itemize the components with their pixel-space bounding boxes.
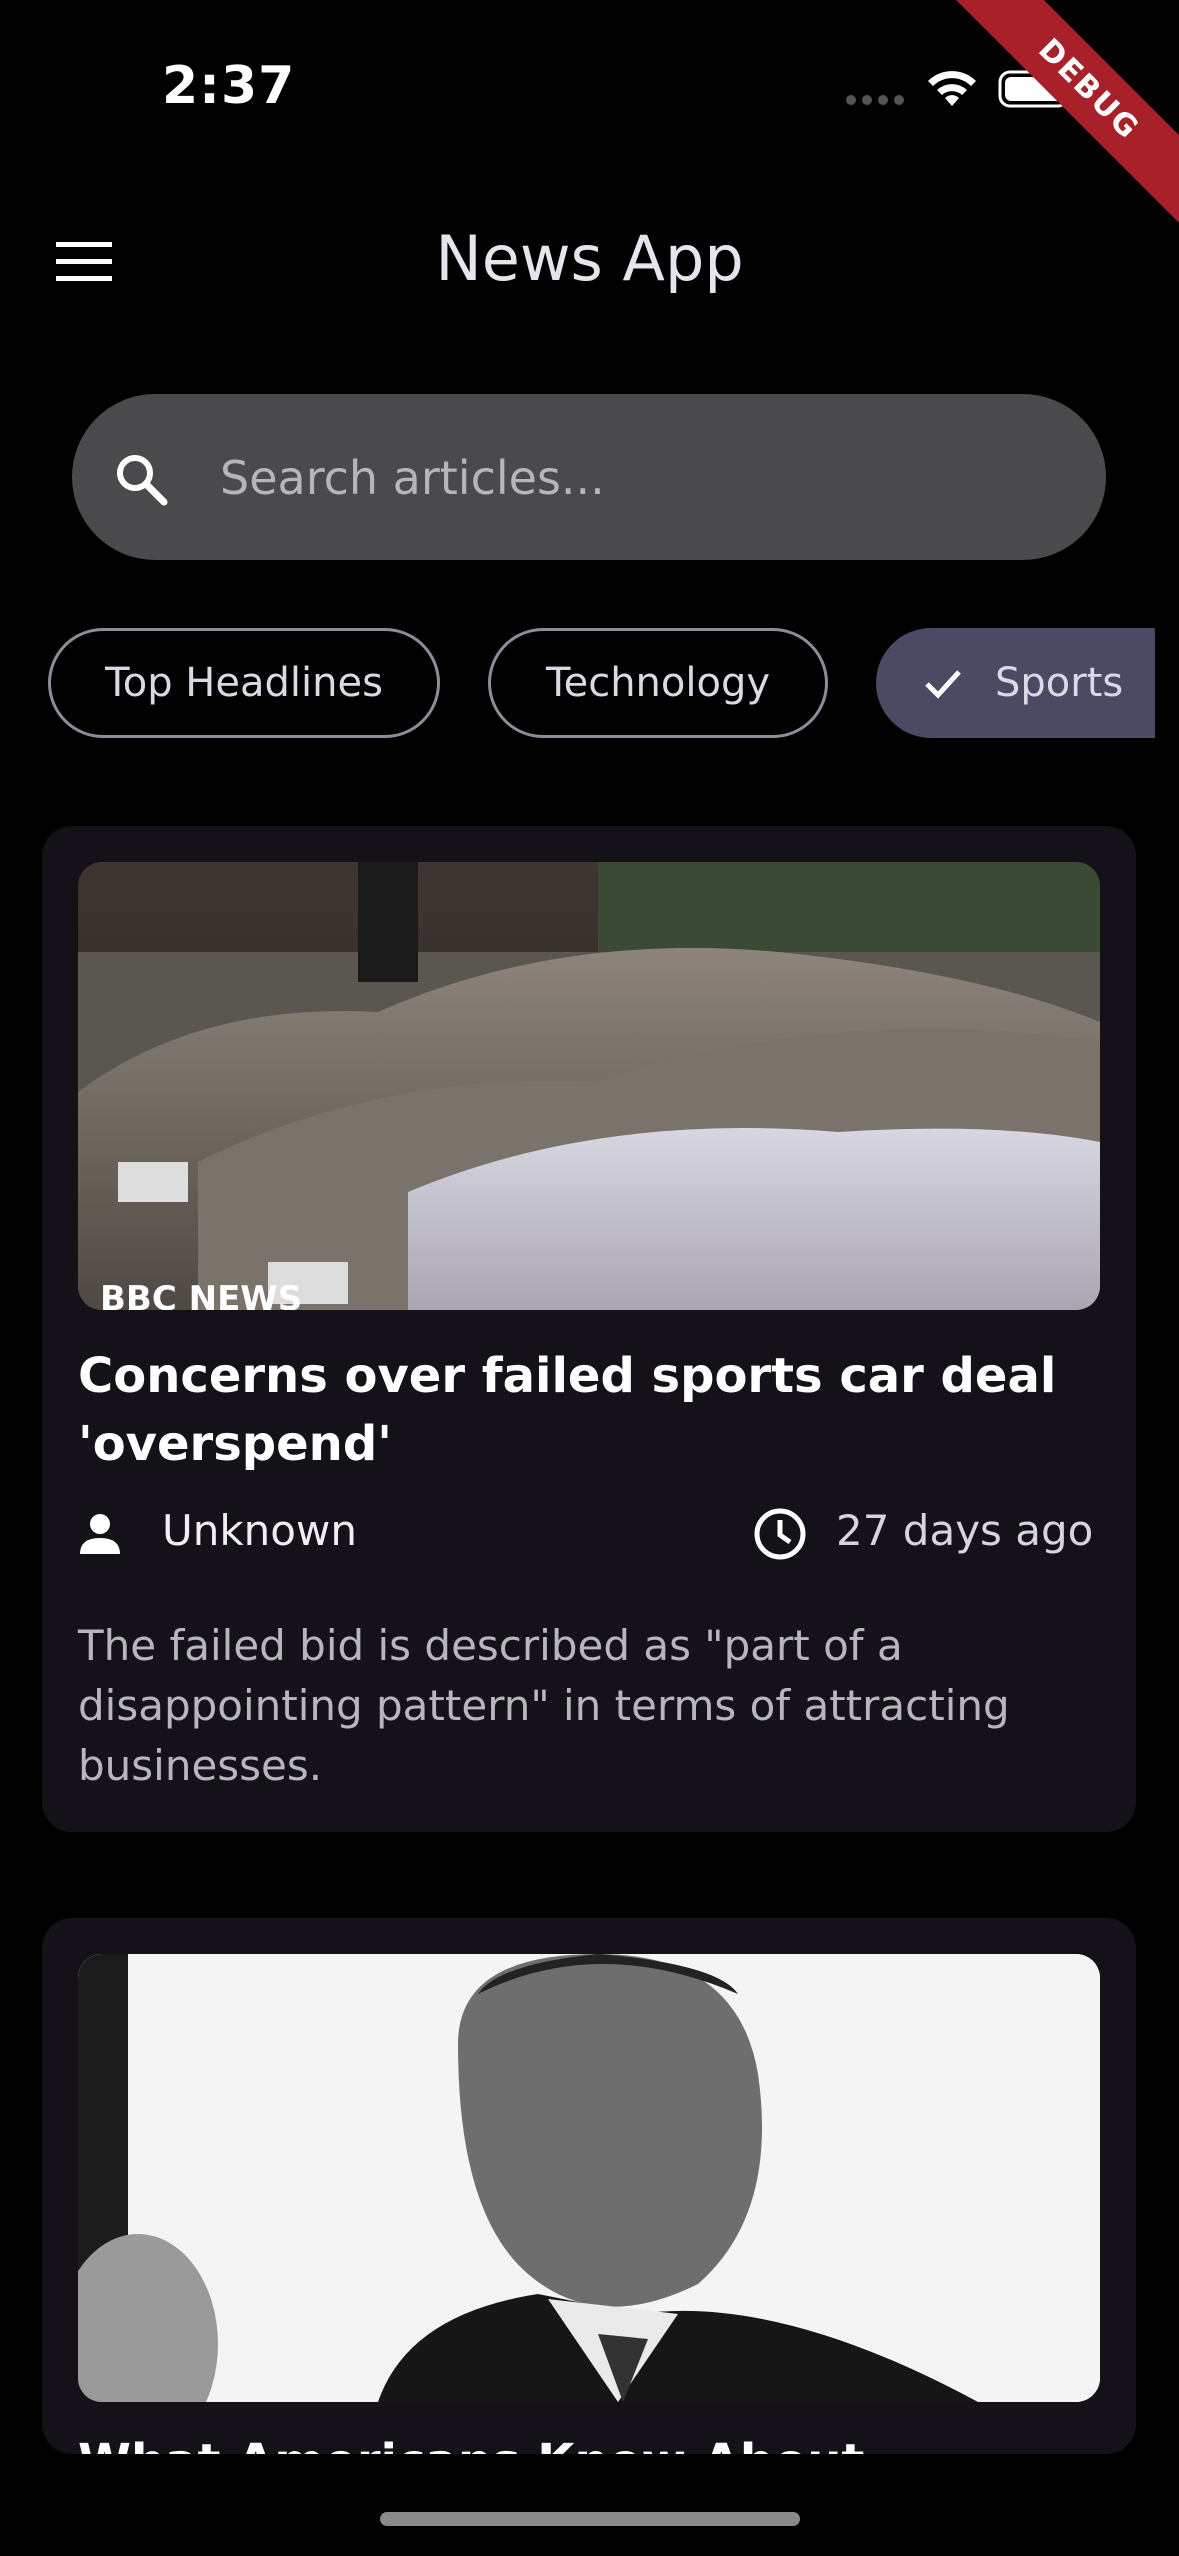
clock-icon — [754, 1508, 806, 1560]
article-image — [78, 1954, 1100, 2402]
wifi-icon — [928, 71, 976, 106]
status-time: 2:37 — [162, 56, 296, 116]
article-time: 27 days ago — [836, 1506, 1094, 1555]
home-indicator[interactable] — [380, 2512, 800, 2526]
article-card[interactable]: What Americans Know About Climate — [42, 1918, 1136, 2454]
check-icon — [925, 670, 961, 699]
search-icon — [117, 455, 168, 506]
chip-label: Technology — [545, 660, 771, 706]
watermark-text: BBC NEWS — [100, 1279, 302, 1310]
search-input[interactable] — [218, 434, 1062, 522]
chip-label: Sports — [995, 660, 1124, 706]
chip-top-headlines[interactable]: Top Headlines — [48, 628, 440, 738]
chip-label: Top Headlines — [105, 660, 383, 706]
article-author: Unknown — [162, 1506, 357, 1555]
article-image: BBC NEWS — [78, 862, 1100, 1310]
article-card[interactable]: BBC NEWS Concerns over failed sports car… — [42, 826, 1136, 1832]
cellular-signal-icon — [846, 95, 904, 105]
search-bar[interactable] — [72, 394, 1106, 560]
page-title: News App — [435, 222, 744, 295]
article-title[interactable]: What Americans Know About Climate — [78, 2428, 1078, 2454]
person-icon — [80, 1514, 120, 1554]
article-title[interactable]: Concerns over failed sports car deal 'ov… — [78, 1342, 1078, 1478]
chip-sports[interactable]: Sports — [876, 628, 1155, 738]
debug-banner: DEBUG — [918, 0, 1179, 260]
portrait-photo — [78, 1954, 1100, 2402]
chip-technology[interactable]: Technology — [488, 628, 828, 738]
category-chips: Top Headlines Technology Sports — [0, 600, 1155, 770]
sports-car-photo: BBC NEWS — [78, 862, 1100, 1310]
article-description: The failed bid is described as "part of … — [78, 1621, 1010, 1790]
